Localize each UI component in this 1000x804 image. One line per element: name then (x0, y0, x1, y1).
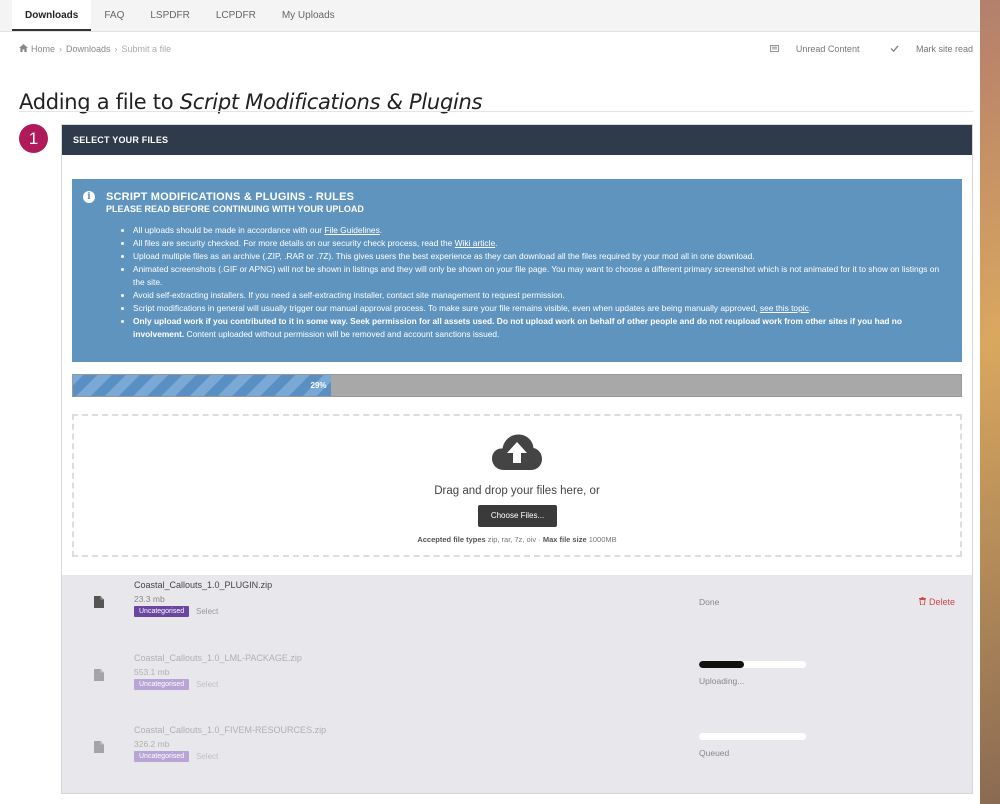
list-item: Coastal_Callouts_1.0_FIVEM-RESOURCES.zip… (62, 720, 972, 780)
select-link[interactable]: Select (196, 607, 218, 616)
select-link[interactable]: Select (196, 680, 218, 689)
rules-list: All uploads should be made in accordance… (106, 224, 948, 341)
tab-faq[interactable]: FAQ (91, 0, 137, 31)
file-guidelines-link[interactable]: File Guidelines (324, 225, 379, 235)
tab-lcpdfr[interactable]: LCPDFR (203, 0, 269, 31)
drop-zone[interactable]: Drag and drop your files here, or Choose… (72, 414, 962, 557)
rule-item: Upload multiple files as an archive (.ZI… (133, 250, 948, 263)
max-size-label: Max file size (542, 535, 587, 544)
select-link[interactable]: Select (196, 752, 218, 761)
list-item: Coastal_Callouts_1.0_PLUGIN.zip 23.3 mb … (62, 575, 972, 635)
cloud-upload-icon (492, 434, 542, 477)
accepted-types-label: Accepted file types (417, 535, 486, 544)
progress-fill: 29% (73, 375, 331, 396)
rule-text: All uploads should be made in accordance… (133, 225, 325, 235)
file-progress-fill (699, 661, 744, 668)
info-separator: · (538, 535, 541, 544)
category-tag[interactable]: Uncategorised (134, 751, 190, 762)
see-this-topic-link[interactable]: see this topic (760, 303, 809, 313)
page: Downloads FAQ LSPDFR LCPDFR My Uploads H… (0, 0, 980, 804)
breadcrumb-current: Submit a file (121, 44, 172, 54)
rule-text: All files are security checked. For more… (133, 238, 455, 248)
rules-heading: SCRIPT MODIFICATIONS & PLUGINS - RULES (106, 191, 355, 203)
home-icon (19, 44, 28, 54)
breadcrumb: Home › Downloads › Submit a file (19, 44, 174, 58)
file-icon (94, 668, 104, 686)
file-progress-bar (699, 733, 806, 740)
file-size: 326.2 mb (134, 739, 170, 749)
dropzone-text: Drag and drop your files here, or (434, 485, 600, 497)
overall-progress-bar: 29% (72, 374, 962, 397)
mark-read-label: Mark site read (915, 44, 973, 54)
rule-text: . (379, 225, 383, 235)
rule-text: Script modifications in general will usu… (133, 303, 760, 313)
unread-content-label: Unread Content (795, 44, 860, 54)
title-divider (19, 111, 973, 112)
check-icon (890, 44, 899, 54)
delete-label: Delete (928, 597, 955, 607)
rule-item: Animated screenshots (.GIF or APNG) will… (133, 263, 948, 289)
rule-text: . (808, 303, 812, 313)
file-name: Coastal_Callouts_1.0_LML-PACKAGE.zip (134, 653, 302, 663)
tab-lspdfr[interactable]: LSPDFR (137, 0, 202, 31)
choose-files-button[interactable]: Choose Files... (478, 505, 557, 527)
progress-percent: 29% (310, 381, 327, 390)
file-list: Coastal_Callouts_1.0_PLUGIN.zip 23.3 mb … (62, 575, 972, 793)
file-status: Done (699, 597, 720, 607)
trash-icon (919, 597, 927, 607)
panel-header: SELECT YOUR FILES (62, 125, 972, 155)
breadcrumb-actions: Unread Content Mark site read (742, 44, 973, 58)
category-tag[interactable]: Uncategorised (134, 679, 190, 690)
rules-box: i SCRIPT MODIFICATIONS & PLUGINS - RULES… (72, 179, 962, 362)
tab-downloads[interactable]: Downloads (12, 0, 92, 31)
list-item: Coastal_Callouts_1.0_LML-PACKAGE.zip 553… (62, 648, 972, 708)
breadcrumb-home[interactable]: Home (31, 44, 55, 54)
file-name: Coastal_Callouts_1.0_PLUGIN.zip (134, 580, 273, 590)
accepted-types: zip, rar, 7z, oiv (487, 535, 537, 544)
file-icon (94, 595, 104, 613)
delete-button[interactable]: Delete (919, 597, 955, 607)
info-icon: i (83, 191, 95, 203)
rule-item: Only upload work if you contributed to i… (133, 315, 948, 341)
file-size: 553.1 mb (134, 667, 170, 677)
rule-item: Avoid self-extracting installers. If you… (133, 289, 948, 302)
chevron-right-icon: › (59, 44, 63, 54)
tab-my-uploads[interactable]: My Uploads (269, 0, 348, 31)
rule-item: All files are security checked. For more… (133, 237, 948, 250)
breadcrumb-row: Home › Downloads › Submit a file Unread Cont… (19, 44, 973, 58)
rule-text: Content uploaded without permission will… (184, 329, 500, 339)
unread-icon (770, 44, 779, 54)
step-badge: 1 (19, 124, 48, 153)
rule-item: All uploads should be made in accordance… (133, 224, 948, 237)
file-progress-bar (699, 661, 806, 668)
wiki-article-link[interactable]: Wiki article (455, 238, 495, 248)
category-tag[interactable]: Uncategorised (134, 606, 190, 617)
rule-text: . (495, 238, 498, 248)
rules-subheading: PLEASE READ BEFORE CONTINUING WITH YOUR … (106, 204, 364, 214)
mark-read-link[interactable]: Mark site read (876, 44, 973, 54)
max-size: 1000MB (588, 535, 617, 544)
file-status: Uploading... (699, 676, 745, 686)
file-icon (94, 740, 104, 758)
rule-item: Script modifications in general will usu… (133, 302, 948, 315)
breadcrumb-downloads[interactable]: Downloads (66, 44, 111, 54)
file-status: Queued (699, 748, 730, 758)
unread-content-link[interactable]: Unread Content (756, 44, 860, 54)
file-name: Coastal_Callouts_1.0_FIVEM-RESOURCES.zip (134, 725, 327, 735)
chevron-right-icon: › (114, 44, 118, 54)
file-size: 23.3 mb (134, 594, 165, 604)
panel-body: i SCRIPT MODIFICATIONS & PLUGINS - RULES… (62, 155, 972, 793)
upload-panel: SELECT YOUR FILES i SCRIPT MODIFICATIONS… (61, 124, 973, 794)
top-nav: Downloads FAQ LSPDFR LCPDFR My Uploads (0, 0, 980, 32)
accepted-file-info: Accepted file types zip, rar, 7z, oiv · … (74, 535, 960, 544)
